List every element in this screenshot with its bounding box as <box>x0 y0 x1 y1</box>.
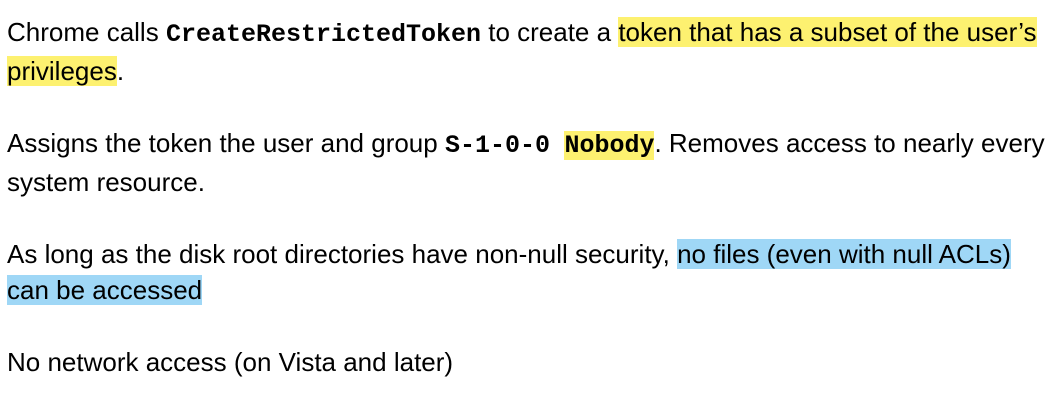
document-body: Chrome calls CreateRestrictedToken to cr… <box>7 14 1052 380</box>
text-to-create-a: to create a <box>481 17 619 47</box>
code-nobody-highlight: Nobody <box>564 131 655 160</box>
paragraph-disk-root: As long as the disk root directories hav… <box>7 236 1052 308</box>
text-disk-root-security: As long as the disk root directories hav… <box>7 239 678 269</box>
paragraph-network: No network access (on Vista and later) <box>7 344 1052 380</box>
paragraph-nobody-group: Assigns the token the user and group S-1… <box>7 125 1052 200</box>
text-assigns-token: Assigns the token the user and group <box>7 128 445 158</box>
code-create-restricted-token: CreateRestrictedToken <box>165 20 481 49</box>
code-sid: S-1-0-0 <box>444 131 550 160</box>
text-period: . <box>116 56 125 86</box>
text-no-network-access: No network access (on Vista and later) <box>7 347 454 377</box>
paragraph-restricted-token: Chrome calls CreateRestrictedToken to cr… <box>7 14 1052 89</box>
text-chrome-calls: Chrome calls <box>7 17 166 47</box>
